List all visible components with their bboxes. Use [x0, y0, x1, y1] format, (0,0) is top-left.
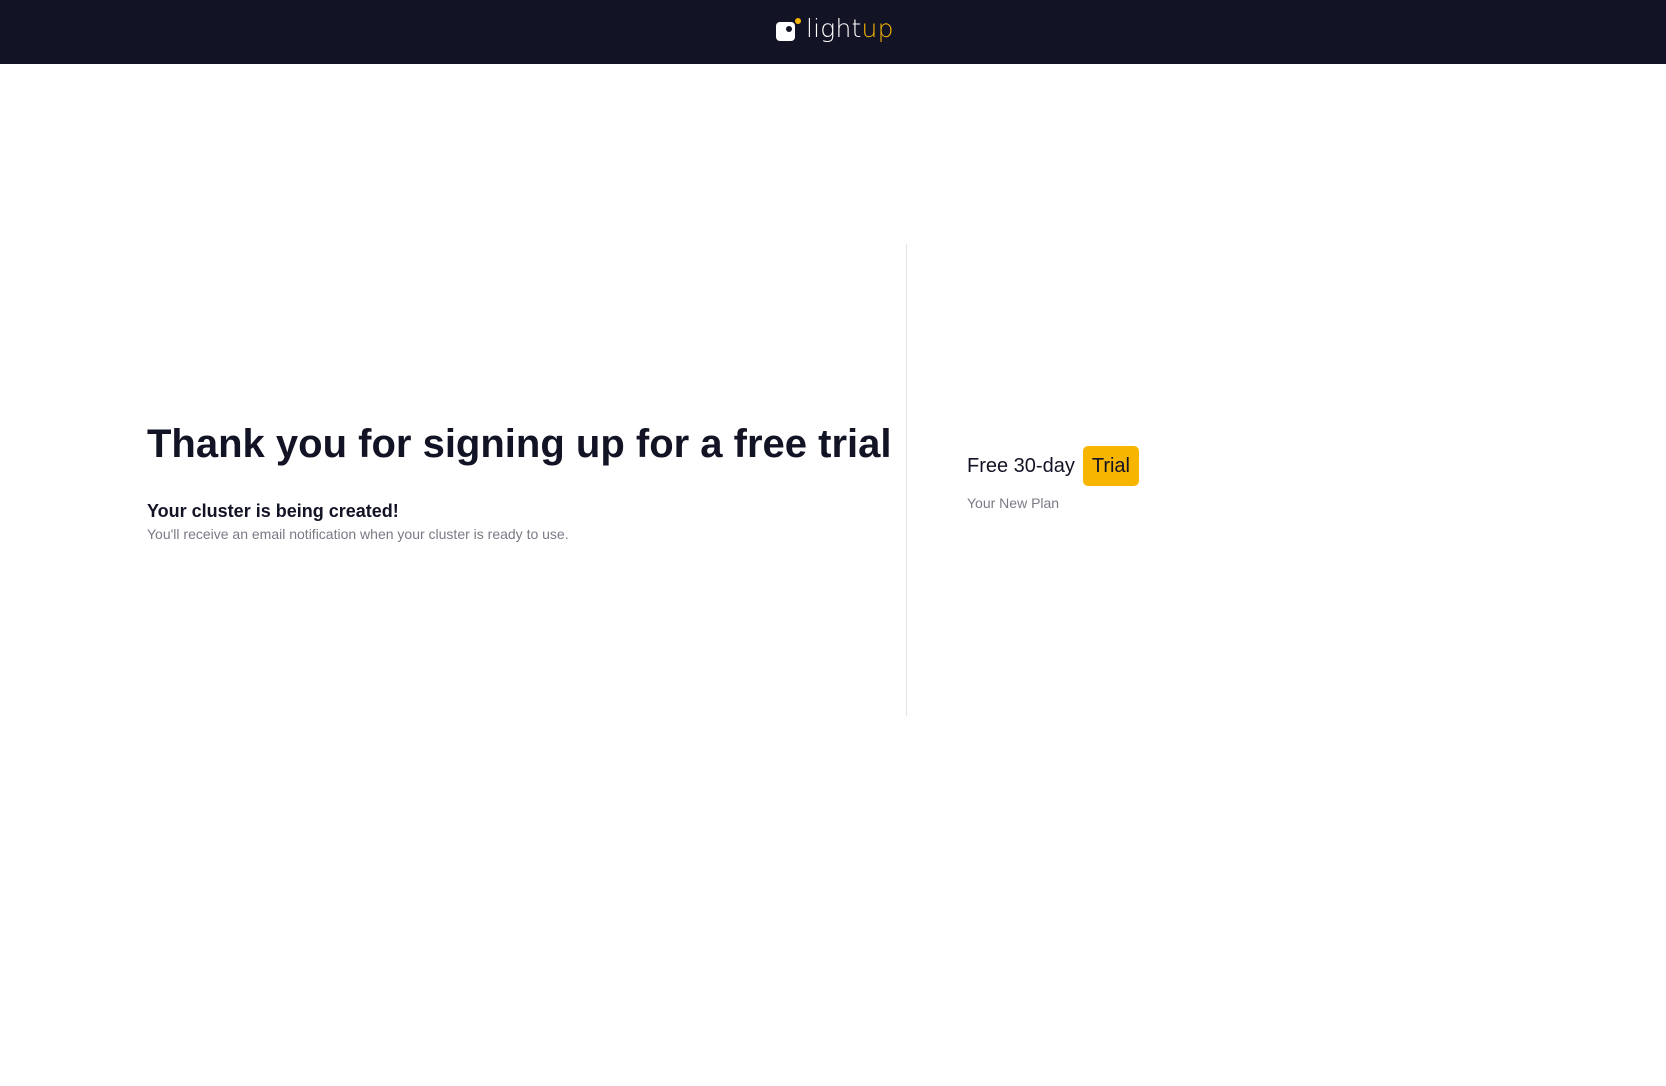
- logo-text-accent: up: [861, 14, 894, 43]
- top-header-bar: lightup: [0, 0, 1666, 64]
- page-title: Thank you for signing up for a free tria…: [147, 422, 892, 466]
- plan-name: Free 30-day: [967, 455, 1075, 477]
- lightup-logo[interactable]: lightup: [776, 12, 894, 46]
- lightup-logo-icon: [776, 18, 801, 41]
- cluster-status-title: Your cluster is being created!: [147, 501, 399, 521]
- cluster-status-message: You'll receive an email notification whe…: [147, 526, 569, 542]
- logo-text-primary: light: [806, 14, 862, 43]
- plan-row: Free 30-day Trial: [967, 446, 1139, 486]
- logo-wordmark: lightup: [806, 12, 894, 46]
- vertical-divider: [906, 244, 907, 716]
- plan-summary: Free 30-day Trial Your New Plan: [967, 446, 1139, 512]
- plan-caption: Your New Plan: [967, 495, 1060, 511]
- confirmation-panel: Thank you for signing up for a free tria…: [147, 420, 892, 543]
- plan-badge: Trial: [1082, 446, 1139, 486]
